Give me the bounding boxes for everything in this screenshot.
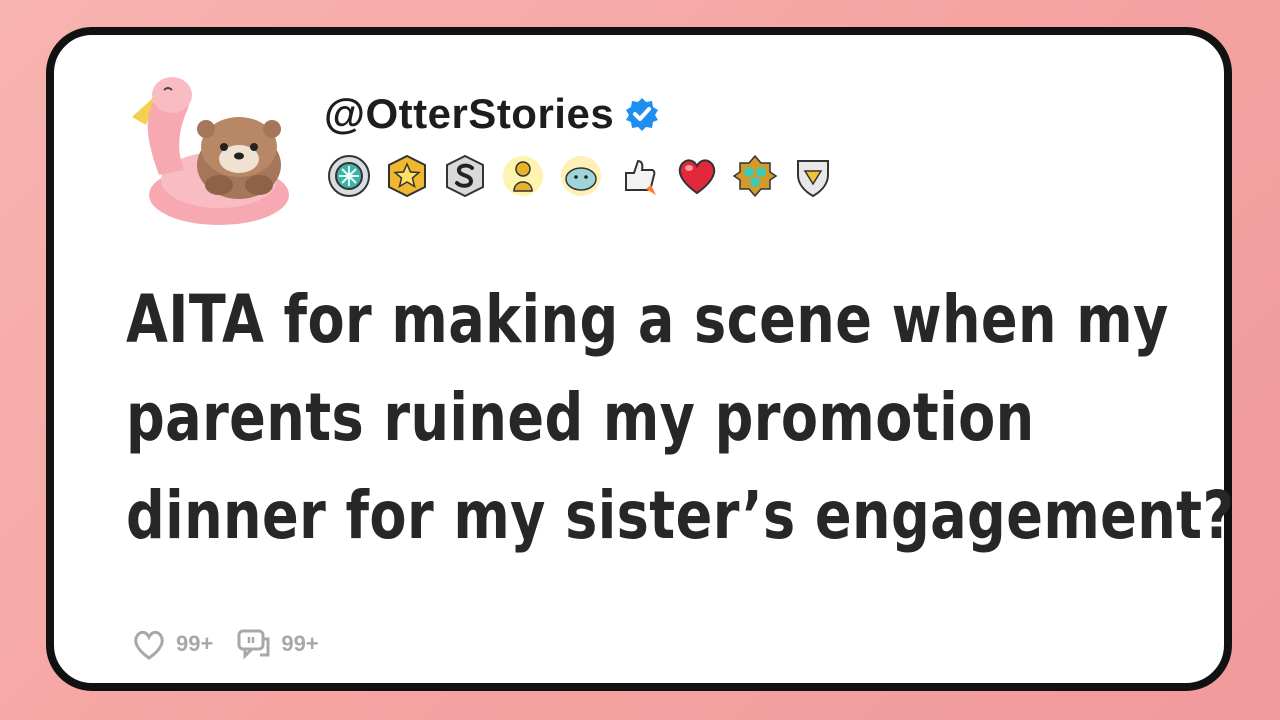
thumbs-up-rocket-award-icon[interactable] xyxy=(616,153,662,199)
star-award-icon[interactable] xyxy=(384,153,430,199)
comment-icon[interactable] xyxy=(235,625,273,663)
post-title[interactable]: AITA for making a scene when my parents … xyxy=(126,271,1234,565)
post-title-line-3: dinner for my sister’s engagement? xyxy=(126,477,1235,554)
diamond-shield-award-icon[interactable] xyxy=(790,153,836,199)
verified-check-icon xyxy=(626,98,659,131)
heart-award-icon[interactable] xyxy=(674,153,720,199)
s-letter-award-icon[interactable] xyxy=(442,153,488,199)
username-text[interactable]: @OtterStories xyxy=(324,90,614,138)
otter-avatar[interactable] xyxy=(124,55,304,235)
post-card: @OtterStories AITA for making a scene wh… xyxy=(46,27,1234,691)
snowflake-award-icon[interactable] xyxy=(326,153,372,199)
gem-cluster-award-icon[interactable] xyxy=(732,153,778,199)
gold-figure-award-icon[interactable] xyxy=(500,153,546,199)
comment-count: 99+ xyxy=(281,631,319,656)
seal-award-icon[interactable] xyxy=(558,153,604,199)
post-actions: 99+ 99+ xyxy=(130,625,333,663)
award-badges xyxy=(326,153,836,199)
post-title-line-1: AITA for making a scene when my xyxy=(126,281,1169,358)
username[interactable]: @OtterStories xyxy=(324,90,660,138)
post-title-line-2: parents ruined my promotion xyxy=(126,379,1035,456)
like-count: 99+ xyxy=(176,631,214,656)
heart-icon[interactable] xyxy=(130,625,168,663)
